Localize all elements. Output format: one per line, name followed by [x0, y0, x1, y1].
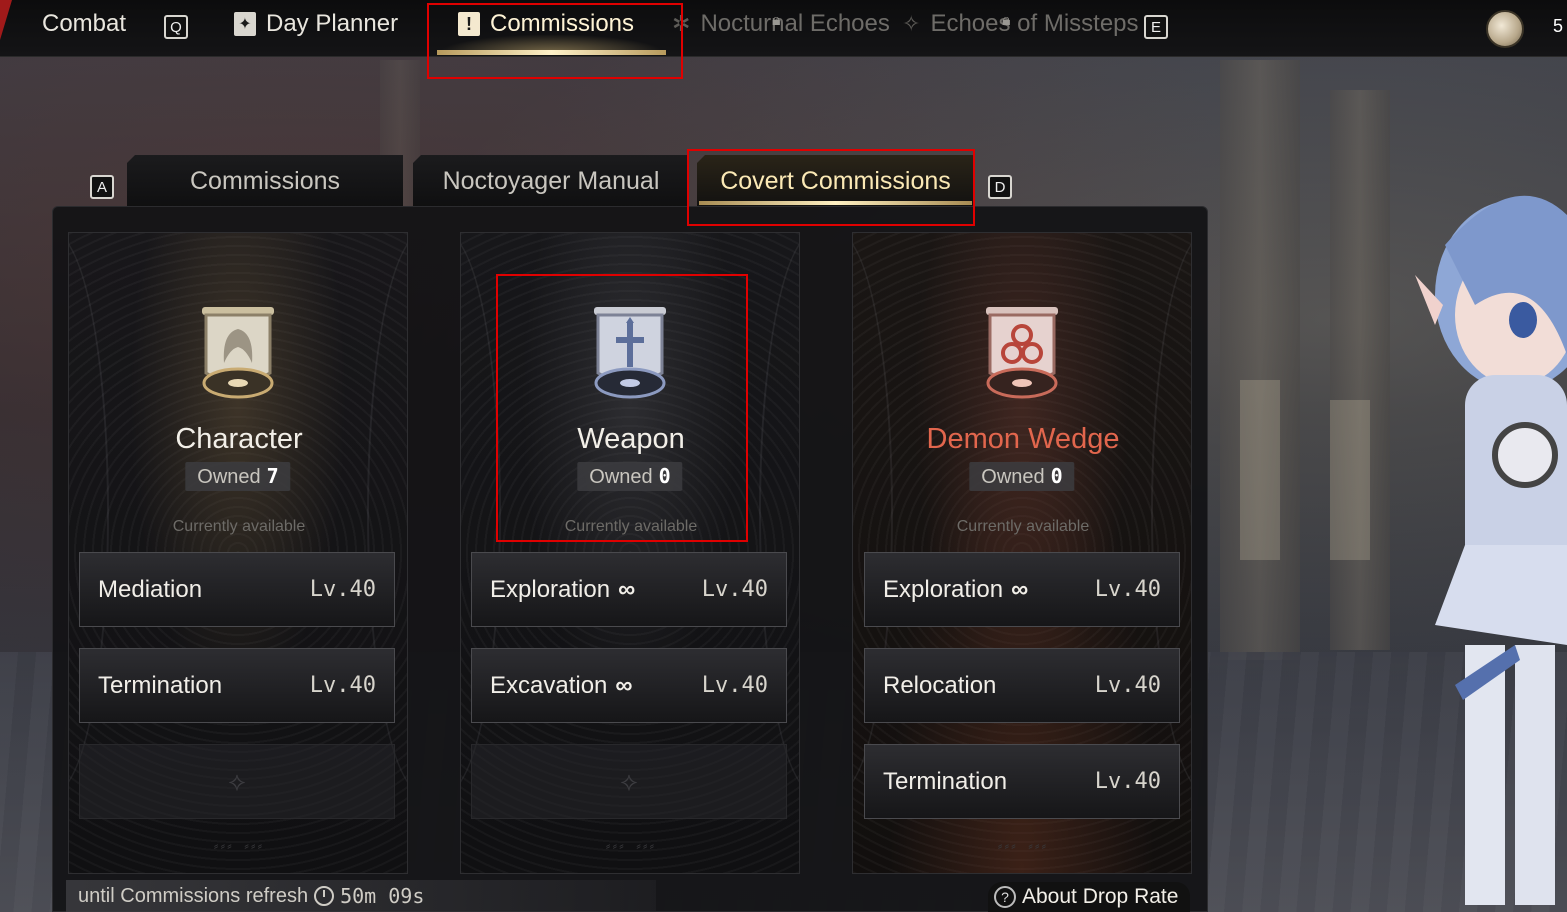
nav-active-underline [437, 50, 666, 55]
nav-nocturnal-echoes[interactable]: ✲ Nocturnal Echoes 🔒︎ [672, 10, 890, 38]
question-icon: ? [994, 886, 1016, 908]
infinity-icon: ∞ [618, 575, 636, 603]
card-footer-mark: ⸗⸗⸗ ⸗⸗⸗ [213, 838, 265, 854]
character-portrait [1415, 195, 1567, 905]
card-title: Weapon [577, 423, 685, 455]
lock-icon: 🔒︎ [772, 12, 781, 29]
lock-icon: 🔒︎ [1002, 12, 1011, 29]
tab-active-underline [699, 201, 972, 205]
commission-button-mediation[interactable]: Mediation Lv.40 [79, 552, 395, 627]
exclamation-icon: ! [458, 12, 480, 36]
nav-echoes-of-missteps-label: Echoes of Missteps [930, 10, 1139, 37]
nav-combat[interactable]: Combat [42, 10, 126, 38]
currency-coin-icon [1486, 10, 1524, 48]
commission-level: Lv.40 [701, 577, 768, 602]
pinwheel-icon: ✧ [902, 11, 921, 36]
empty-commission-slot: ⟡ [471, 744, 787, 819]
commission-level: Lv.40 [309, 577, 376, 602]
tab-noctoyager-manual[interactable]: Noctoyager Manual [413, 155, 689, 207]
top-navigation: Combat Q ✦ Day Planner ! Commissions ✲ N… [0, 0, 1567, 57]
commission-name: Mediation [98, 575, 203, 603]
owned-badge: Owned 0 [969, 462, 1075, 491]
commission-name: Exploration [883, 575, 1004, 603]
infinity-icon: ∞ [615, 671, 633, 699]
empty-commission-slot: ⟡ [79, 744, 395, 819]
commission-name: Relocation [883, 671, 997, 699]
nav-combat-label: Combat [42, 10, 127, 37]
commission-button-relocation[interactable]: Relocation Lv.40 [864, 648, 1180, 723]
refresh-timer-bar: until Commissions refresh 50m 09s [66, 880, 656, 912]
availability-text: Currently available [956, 518, 1090, 535]
owned-count: 0 [1050, 464, 1063, 488]
owned-badge: Owned 0 [577, 462, 683, 491]
commission-button-exploration[interactable]: Exploration ∞ Lv.40 [864, 552, 1180, 627]
demon-wedge-emblem-icon [986, 307, 1058, 399]
commission-button-termination[interactable]: Termination Lv.40 [79, 648, 395, 723]
commission-level: Lv.40 [1094, 577, 1161, 602]
card-footer-mark: ⸗⸗⸗ ⸗⸗⸗ [997, 838, 1049, 854]
planner-icon: ✦ [234, 12, 256, 36]
nav-commissions-label: Commissions [490, 10, 635, 37]
infinity-icon: ∞ [1011, 575, 1029, 603]
refresh-timer: 50m 09s [340, 884, 425, 908]
commission-level: Lv.40 [701, 673, 768, 698]
tab-covert-commissions-label: Covert Commissions [720, 166, 951, 195]
drop-rate-label: About Drop Rate [1022, 885, 1179, 908]
owned-count: 7 [266, 464, 279, 488]
owned-label: Owned [589, 466, 653, 488]
nav-day-planner-label: Day Planner [266, 10, 399, 37]
nav-nocturnal-echoes-label: Nocturnal Echoes [700, 10, 890, 37]
commission-level: Lv.40 [1094, 769, 1161, 794]
tab-noctoyager-manual-label: Noctoyager Manual [442, 166, 660, 195]
tab-commissions-label: Commissions [189, 166, 341, 195]
character-emblem-icon [202, 307, 274, 399]
weapon-emblem-icon [594, 307, 666, 399]
key-q-hint: Q [164, 15, 188, 39]
commission-name: Excavation [490, 671, 608, 699]
tab-commissions[interactable]: Commissions [127, 155, 403, 207]
commission-button-termination[interactable]: Termination Lv.40 [864, 744, 1180, 819]
availability-text: Currently available [172, 518, 306, 535]
card-title: Demon Wedge [926, 423, 1120, 455]
commission-level: Lv.40 [1094, 673, 1161, 698]
availability-text: Currently available [564, 518, 698, 535]
owned-label: Owned [197, 466, 261, 488]
commission-button-exploration[interactable]: Exploration ∞ Lv.40 [471, 552, 787, 627]
commission-level: Lv.40 [309, 673, 376, 698]
nav-day-planner[interactable]: ✦ Day Planner [234, 10, 398, 38]
nav-echoes-of-missteps[interactable]: ✧ Echoes of Missteps 🔒︎ [902, 10, 1139, 38]
card-footer-mark: ⸗⸗⸗ ⸗⸗⸗ [605, 838, 657, 854]
key-d-hint: D [988, 175, 1012, 199]
commission-button-excavation[interactable]: Excavation ∞ Lv.40 [471, 648, 787, 723]
currency-count: 5 [1553, 16, 1564, 36]
key-a-hint: A [90, 175, 114, 199]
commission-name: Termination [883, 767, 1008, 795]
card-title: Character [175, 423, 303, 455]
clock-icon [314, 886, 335, 906]
red-corner-accent [0, 0, 12, 40]
key-e-hint: E [1144, 15, 1168, 39]
commission-name: Termination [98, 671, 223, 699]
owned-count: 0 [658, 464, 671, 488]
commission-name: Exploration [490, 575, 611, 603]
tab-covert-commissions[interactable]: Covert Commissions [697, 155, 974, 207]
owned-label: Owned [981, 466, 1045, 488]
about-drop-rate-button[interactable]: ? About Drop Rate [988, 882, 1191, 912]
gear-icon: ✲ [672, 11, 691, 36]
refresh-label: until Commissions refresh [78, 884, 309, 907]
nav-commissions[interactable]: ! Commissions [458, 10, 634, 38]
owned-badge: Owned 7 [185, 462, 291, 491]
